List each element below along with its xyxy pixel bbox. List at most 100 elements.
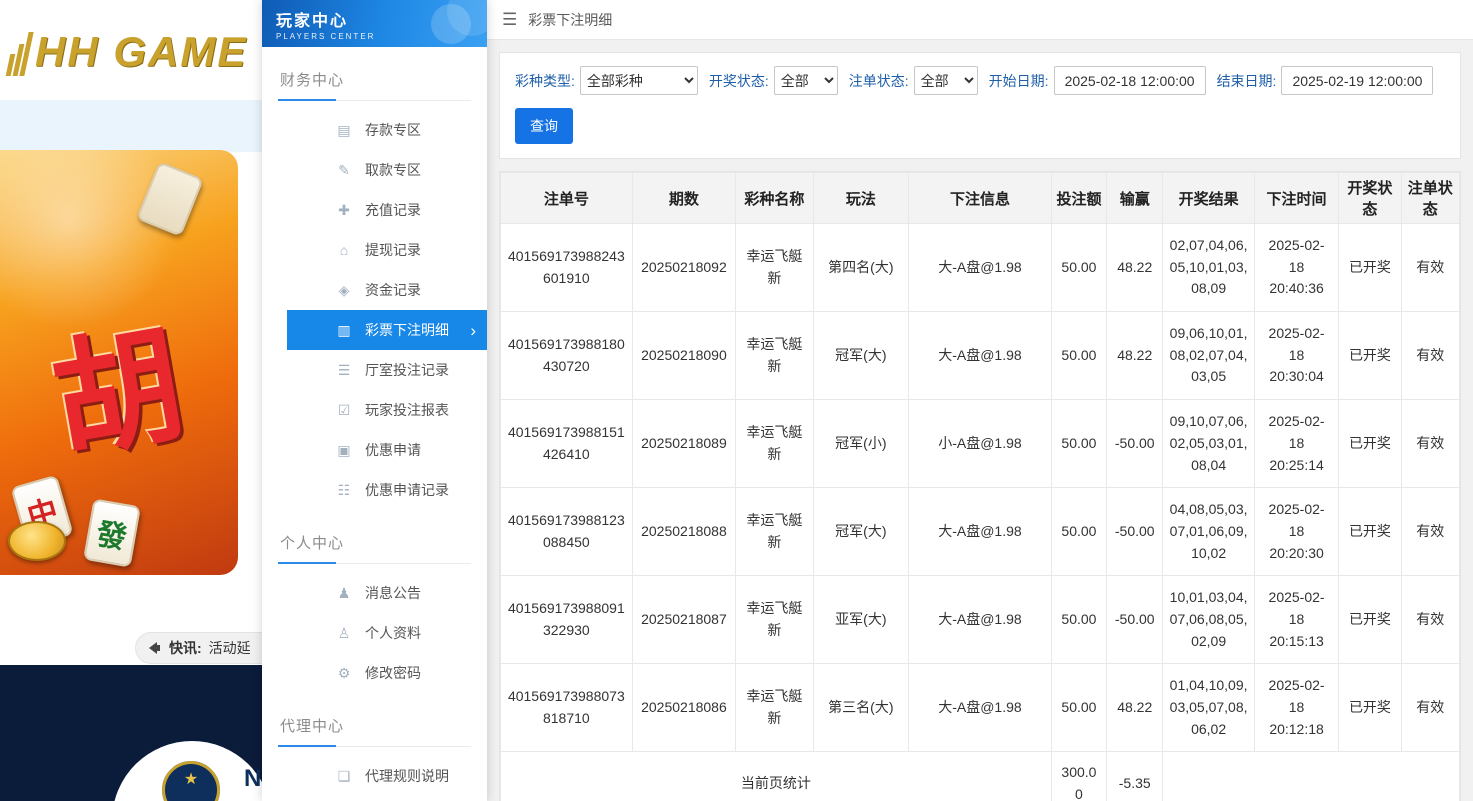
table-cell: -50.00 [1107, 400, 1163, 488]
site-logo-text: HH GAME [35, 28, 247, 76]
sidebar-item-label: 存款专区 [365, 120, 421, 140]
end-date-label: 结束日期: [1217, 71, 1277, 91]
table-row: 40156917398812308845020250218088幸运飞艇新冠军(… [501, 488, 1460, 576]
lottery-type-select[interactable]: 全部彩种 [580, 66, 698, 95]
table-cell: 401569173988123088450 [501, 488, 633, 576]
table-cell: 幸运飞艇新 [736, 488, 813, 576]
withdraw-icon: ✎ [336, 162, 352, 179]
sidebar-item-recharge-records[interactable]: ✚充值记录 [287, 190, 487, 230]
sidebar-item-label: 优惠申请记录 [365, 480, 449, 500]
table-cell: 50.00 [1051, 224, 1106, 312]
footer-brand-letter: N [244, 765, 261, 793]
menu-toggle-icon[interactable]: ☰ [502, 10, 517, 30]
bets-table-card: 注单号期数彩种名称玩法下注信息投注额输赢开奖结果下注时间开奖状态注单状态 401… [499, 171, 1461, 801]
background-footer: ★ N [0, 665, 262, 801]
bets-table: 注单号期数彩种名称玩法下注信息投注额输赢开奖结果下注时间开奖状态注单状态 401… [500, 172, 1460, 801]
table-cell: 10,01,03,04,07,06,08,05,02,09 [1163, 576, 1254, 664]
table-cell: 401569173988180430720 [501, 312, 633, 400]
end-date-filter: 结束日期: [1217, 66, 1434, 95]
promo-apply-records-icon: ☷ [336, 482, 352, 499]
sidebar-section-title: 个人中心 [278, 526, 471, 564]
sidebar-item-deposit[interactable]: ▤ 存款专区 [287, 110, 487, 150]
start-date-input[interactable] [1054, 66, 1206, 95]
table-cell: 20250218089 [632, 400, 736, 488]
table-cell: 20250218087 [632, 576, 736, 664]
column-header: 开奖结果 [1163, 173, 1254, 224]
sidebar-item-label: 厅室投注记录 [365, 360, 449, 380]
column-header: 彩种名称 [736, 173, 813, 224]
table-body: 40156917398824360191020250218092幸运飞艇新第四名… [501, 224, 1460, 801]
sidebar-item-label: 彩票下注明细 [365, 320, 449, 340]
recharge-records-icon: ✚ [336, 202, 352, 219]
sidebar-item-withdraw[interactable]: ✎取款专区 [287, 150, 487, 190]
table-cell: 已开奖 [1339, 224, 1401, 312]
summary-empty-cell [1163, 752, 1460, 801]
order-status-select[interactable]: 全部 [914, 66, 978, 95]
table-cell: 小-A盘@1.98 [909, 400, 1052, 488]
sidebar-item-player-bet-report[interactable]: ☑玩家投注报表 [287, 390, 487, 430]
table-cell: 2025-02-18 20:15:13 [1254, 576, 1338, 664]
sidebar-item-funds-records[interactable]: ◈资金记录 [287, 270, 487, 310]
sidebar-item-promo-apply-records[interactable]: ☷ 优惠申请记录 [287, 470, 487, 510]
table-row: 40156917398809132293020250218087幸运飞艇新亚军(… [501, 576, 1460, 664]
background-strip [0, 100, 262, 152]
promo-main-character: 胡 [37, 280, 195, 484]
column-header: 下注时间 [1254, 173, 1338, 224]
filter-panel: 彩种类型: 全部彩种 开奖状态: 全部 注单状态: 全部 开始日期: [499, 52, 1461, 159]
table-cell: 有效 [1401, 312, 1459, 400]
table-cell: 大-A盘@1.98 [909, 312, 1052, 400]
search-button[interactable]: 查询 [515, 108, 573, 144]
lottery-type-label: 彩种类型: [515, 71, 575, 91]
deposit-icon: ▤ [336, 122, 352, 139]
sidebar-item-hall-bet-records[interactable]: ☰ 厅室投注记录 [287, 350, 487, 390]
table-cell: 09,10,07,06,02,05,03,01,08,04 [1163, 400, 1254, 488]
table-cell: 2025-02-18 20:40:36 [1254, 224, 1338, 312]
order-status-filter: 注单状态: 全部 [849, 66, 978, 95]
announcements-icon: ♟ [336, 585, 352, 602]
column-header: 玩法 [813, 173, 908, 224]
hall-bet-records-icon: ☰ [336, 362, 352, 379]
table-cell: 第三名(大) [813, 664, 908, 752]
logo-bars-icon [8, 32, 29, 76]
withdrawal-records-icon: ⌂ [336, 242, 352, 258]
sidebar-item-agent-team-stats[interactable]: ▦代理团队统计 [287, 796, 487, 801]
table-row: 40156917398815142641020250218089幸运飞艇新冠军(… [501, 400, 1460, 488]
sidebar-item-promo-apply[interactable]: ▣优惠申请 [287, 430, 487, 470]
table-cell: 幸运飞艇新 [736, 224, 813, 312]
sidebar-item-agent-rules[interactable]: ❏代理规则说明 [287, 756, 487, 796]
table-cell: 冠军(大) [813, 488, 908, 576]
filter-row: 彩种类型: 全部彩种 开奖状态: 全部 注单状态: 全部 开始日期: [515, 66, 1445, 95]
sidebar-item-change-password[interactable]: ⚙修改密码 [287, 653, 487, 693]
end-date-input[interactable] [1281, 66, 1433, 95]
sidebar-title: 玩家中心 [276, 7, 487, 31]
site-logo: HH GAME [8, 28, 247, 76]
table-cell: 已开奖 [1339, 312, 1401, 400]
table-cell: 2025-02-18 20:20:30 [1254, 488, 1338, 576]
table-cell: 02,07,04,06,05,10,01,03,08,09 [1163, 224, 1254, 312]
table-cell: 50.00 [1051, 488, 1106, 576]
sidebar-item-label: 玩家投注报表 [365, 400, 449, 420]
table-cell: 401569173988243601910 [501, 224, 633, 312]
table-cell: 大-A盘@1.98 [909, 488, 1052, 576]
mahjong-tile-blank [136, 161, 204, 236]
sidebar-item-announcements[interactable]: ♟消息公告 [287, 573, 487, 613]
profile-icon: ♙ [336, 625, 352, 642]
draw-status-select[interactable]: 全部 [774, 66, 838, 95]
chevron-right-icon: › [470, 322, 476, 339]
topbar: ☰ 彩票下注明细 [487, 0, 1473, 40]
table-cell: 2025-02-18 20:30:04 [1254, 312, 1338, 400]
table-cell: 亚军(大) [813, 576, 908, 664]
table-header-row: 注单号期数彩种名称玩法下注信息投注额输赢开奖结果下注时间开奖状态注单状态 [501, 173, 1460, 224]
sidebar-item-withdrawal-records[interactable]: ⌂提现记录 [287, 230, 487, 270]
column-header: 投注额 [1051, 173, 1106, 224]
draw-status-filter: 开奖状态: 全部 [709, 66, 838, 95]
order-status-label: 注单状态: [849, 71, 909, 91]
table-cell: 50.00 [1051, 312, 1106, 400]
news-ticker: 快讯: 活动延 [135, 632, 262, 664]
table-cell: 已开奖 [1339, 576, 1401, 664]
sidebar-item-lottery-bet-details[interactable]: ▥彩票下注明细› [287, 310, 487, 350]
summary-bet-cell: 300.00 [1051, 752, 1106, 801]
sidebar-item-label: 资金记录 [365, 280, 421, 300]
table-cell: 有效 [1401, 664, 1459, 752]
sidebar-item-profile[interactable]: ♙个人资料 [287, 613, 487, 653]
